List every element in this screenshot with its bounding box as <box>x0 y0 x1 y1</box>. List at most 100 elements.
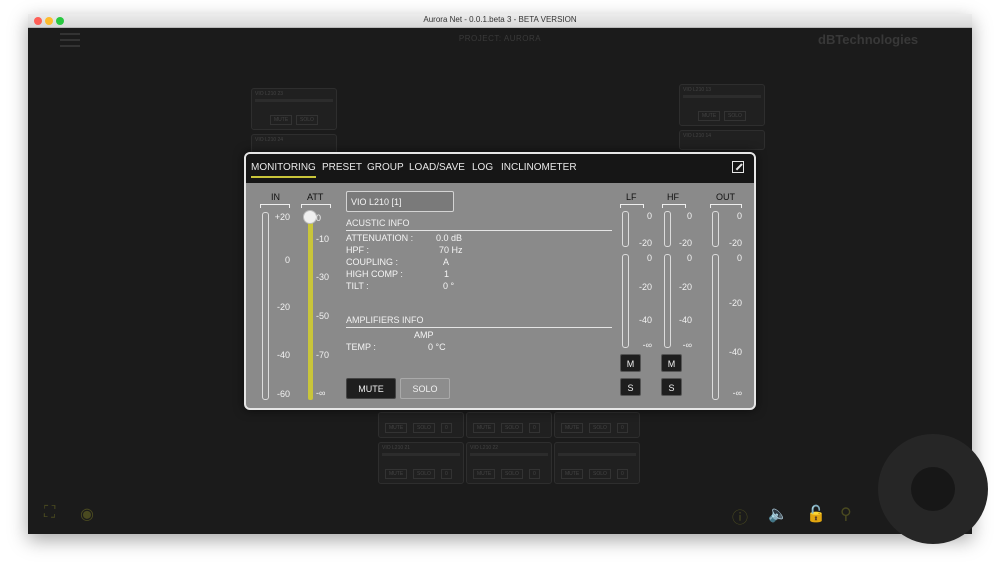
title-bar: Aurora Net - 0.0.1.beta 3 - BETA VERSION <box>28 14 972 28</box>
lf-scale-label: 0 <box>646 253 652 263</box>
device-card-mute[interactable]: MUTE <box>561 423 584 433</box>
device-card[interactable]: VIO L210 14 <box>679 130 765 150</box>
device-card-value: 0 <box>441 469 452 479</box>
in-header: IN <box>271 192 280 202</box>
info-icon[interactable]: ⓘ <box>732 504 748 528</box>
tab-inclinometer[interactable]: INCLINOMETER <box>501 162 577 173</box>
device-card-solo[interactable]: SOLO <box>724 111 746 121</box>
info-value: 0 ° <box>443 281 455 291</box>
lock-icon[interactable]: 🔓 <box>806 504 826 524</box>
out-scale-label: -20 <box>728 238 742 248</box>
device-card-title: VIO L210 14 <box>683 133 712 139</box>
eye-icon[interactable]: ◉ <box>80 504 94 524</box>
att-slider-track[interactable] <box>308 217 313 400</box>
expand-icon[interactable] <box>732 161 744 173</box>
out-scale-label: -20 <box>728 298 742 308</box>
device-card-title: VIO L210 23 <box>255 91 284 97</box>
device-card-mute[interactable]: MUTE <box>561 469 584 479</box>
device-card-solo[interactable]: SOLO <box>413 423 435 433</box>
zoom-icon[interactable]: ⚲ <box>840 504 852 524</box>
hf-solo-button[interactable]: S <box>661 378 682 396</box>
in-scale-label: -40 <box>276 350 290 360</box>
lf-meter-upper <box>622 211 629 247</box>
device-card-title: VIO L210 22 <box>470 445 499 451</box>
device-card-mute[interactable]: MUTE <box>473 423 496 433</box>
fit-screen-icon[interactable]: ⛶ <box>44 504 55 522</box>
hf-header: HF <box>667 192 679 202</box>
out-header: OUT <box>716 192 735 202</box>
device-card-value: 0 <box>441 423 452 433</box>
lf-scale-label: -40 <box>638 315 652 325</box>
device-card[interactable]: MUTE SOLO 0 <box>554 412 640 438</box>
tab-log[interactable]: LOG <box>472 162 493 173</box>
lf-header-bracket <box>620 204 644 208</box>
out-header-bracket <box>710 204 742 208</box>
device-card-mute[interactable]: MUTE <box>385 423 408 433</box>
in-header-bracket <box>260 204 290 208</box>
tab-group[interactable]: GROUP <box>367 162 404 173</box>
lf-meter-lower <box>622 254 629 348</box>
acoustic-divider <box>346 230 612 231</box>
device-card-solo[interactable]: SOLO <box>589 469 611 479</box>
device-card[interactable]: VIO L210 24 <box>251 134 337 154</box>
tab-bar: MONITORING PRESET GROUP LOAD/SAVE LOG IN… <box>246 154 754 183</box>
device-card-value: 0 <box>617 423 628 433</box>
tab-preset[interactable]: PRESET <box>322 162 362 173</box>
out-scale-label: -40 <box>728 347 742 357</box>
device-card-value: 0 <box>617 469 628 479</box>
tab-load-save[interactable]: LOAD/SAVE <box>409 162 465 173</box>
lf-scale-label: 0 <box>646 211 652 221</box>
amp-column-header: AMP <box>414 330 434 340</box>
project-name: PROJECT: AURORA <box>458 34 542 43</box>
info-label: COUPLING : <box>346 257 399 267</box>
info-value: 70 Hz <box>439 245 463 255</box>
device-name: VIO L210 [1] <box>351 197 402 207</box>
device-card-solo[interactable]: SOLO <box>413 469 435 479</box>
info-value: A <box>443 257 450 267</box>
device-card[interactable]: VIO L210 21 MUTE SOLO 0 <box>378 442 464 484</box>
in-scale-label: -20 <box>276 302 290 312</box>
device-card-solo[interactable]: SOLO <box>501 469 523 479</box>
device-card-mute[interactable]: MUTE <box>385 469 408 479</box>
device-card-title: VIO L210 21 <box>382 445 411 451</box>
lf-solo-button[interactable]: S <box>620 378 641 396</box>
joystick-pad[interactable] <box>878 434 988 544</box>
att-scale-label: -50 <box>316 311 330 321</box>
lf-header: LF <box>626 192 637 202</box>
device-card-solo[interactable]: SOLO <box>296 115 318 125</box>
device-card-solo[interactable]: SOLO <box>589 423 611 433</box>
info-label: ATTENUATION : <box>346 233 414 243</box>
device-card[interactable]: VIO L210 13 MUTE SOLO <box>679 84 765 126</box>
att-slider-handle[interactable] <box>303 210 317 224</box>
in-scale-label: 0 <box>284 255 290 265</box>
device-card[interactable]: VIO L210 23 MUTE SOLO <box>251 88 337 130</box>
solo-button[interactable]: SOLO <box>400 378 450 399</box>
att-scale-label: -70 <box>316 350 330 360</box>
att-header-bracket <box>301 204 331 208</box>
device-card-mute[interactable]: MUTE <box>270 115 293 125</box>
brand-logo: dBTechnologies <box>818 32 919 47</box>
out-scale-label: -∞ <box>732 388 742 398</box>
device-card-meter <box>558 453 636 456</box>
att-scale-label: -10 <box>316 234 330 244</box>
info-label: HIGH COMP : <box>346 269 403 279</box>
speaker-mute-icon[interactable]: 🔈 <box>768 504 788 524</box>
device-card[interactable]: MUTE SOLO 0 <box>466 412 552 438</box>
joystick-knob[interactable] <box>911 467 955 511</box>
hf-mute-button[interactable]: M <box>661 354 682 372</box>
hf-scale-label: 0 <box>686 211 692 221</box>
hamburger-icon[interactable] <box>60 33 80 47</box>
hf-meter-lower <box>664 254 671 348</box>
lf-mute-button[interactable]: M <box>620 354 641 372</box>
device-card[interactable]: MUTE SOLO 0 <box>378 412 464 438</box>
device-card[interactable]: MUTE SOLO 0 <box>554 442 640 484</box>
mute-button[interactable]: MUTE <box>346 378 396 399</box>
device-selector[interactable]: VIO L210 [1] <box>346 191 454 212</box>
info-label: TILT : <box>346 281 369 291</box>
device-card-solo[interactable]: SOLO <box>501 423 523 433</box>
device-card-meter <box>470 453 548 456</box>
device-card-mute[interactable]: MUTE <box>473 469 496 479</box>
device-card-mute[interactable]: MUTE <box>698 111 721 121</box>
tab-monitoring[interactable]: MONITORING <box>251 162 316 178</box>
device-card[interactable]: VIO L210 22 MUTE SOLO 0 <box>466 442 552 484</box>
